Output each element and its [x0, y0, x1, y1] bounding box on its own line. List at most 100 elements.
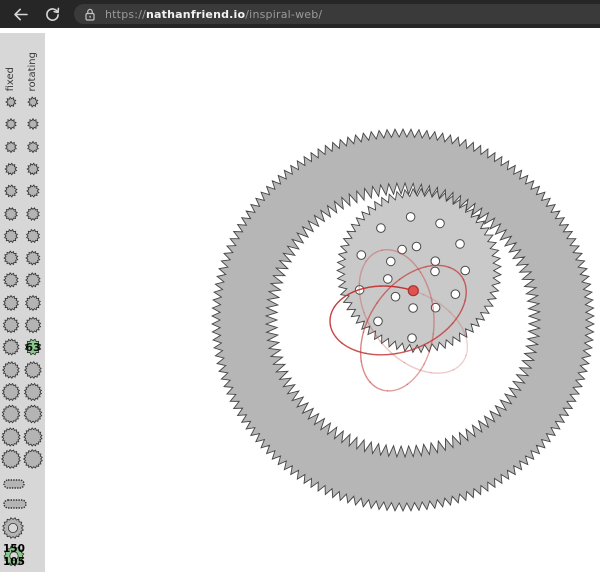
rotating-gear-option[interactable] — [22, 426, 44, 448]
gear-option-row — [0, 158, 45, 180]
gear-icon — [26, 162, 40, 176]
pen-hole[interactable] — [408, 303, 418, 313]
pen-hole[interactable] — [376, 223, 386, 233]
rotating-gear-option-selected[interactable]: 63 — [22, 336, 44, 358]
gear-icon — [3, 272, 19, 289]
gear-icon — [5, 96, 17, 108]
fixed-gear-option[interactable] — [0, 203, 22, 225]
fixed-gear-option[interactable] — [0, 403, 22, 425]
gear-option-row — [0, 225, 45, 247]
gear-icon — [3, 228, 19, 243]
fixed-gear-option[interactable] — [0, 336, 22, 358]
fixed-gear-option[interactable] — [0, 381, 22, 403]
gear-option-row — [0, 359, 45, 381]
pen-point[interactable] — [407, 285, 419, 297]
fixed-ring-option-selected[interactable]: 150 105 — [0, 542, 45, 572]
gear-option-row — [0, 180, 45, 202]
spirograph-canvas[interactable] — [0, 0, 600, 572]
fixed-gear-option[interactable] — [0, 225, 22, 247]
url-domain: nathanfriend.io — [146, 7, 246, 21]
rotating-gear-option[interactable] — [22, 403, 44, 425]
fixed-ring-option[interactable] — [0, 517, 26, 539]
gear-icon — [1, 426, 21, 447]
gear-icon — [1, 404, 21, 424]
column-headers: fixed rotating — [0, 43, 45, 91]
pen-hole[interactable] — [405, 212, 416, 222]
fixed-gear-option[interactable] — [0, 113, 22, 135]
gear-icon — [4, 184, 18, 199]
rotating-gear-option[interactable] — [22, 448, 44, 470]
pen-hole[interactable] — [386, 256, 396, 267]
rotating-gear-option[interactable] — [22, 225, 44, 247]
selected-fixed-teeth: 150 105 — [3, 543, 25, 569]
rotating-gear-option[interactable] — [22, 180, 44, 202]
gear-option-row — [0, 202, 45, 224]
gear-icon — [24, 316, 42, 334]
gear-icon — [25, 272, 41, 289]
pen-hole[interactable] — [407, 333, 417, 344]
fixed-gear-option[interactable] — [0, 292, 22, 314]
gear-sidebar: fixed rotating 63 150 105 — [0, 33, 45, 572]
rotating-gear-option[interactable] — [22, 292, 44, 314]
rotating-gear-option[interactable] — [22, 269, 44, 291]
fixed-gear-option[interactable] — [0, 180, 22, 202]
rotating-gear-option[interactable] — [22, 158, 44, 180]
rotating-gear-option[interactable] — [22, 113, 44, 135]
gear-icon — [27, 140, 39, 153]
gear-option-row — [0, 269, 45, 291]
fixed-gear-option[interactable] — [0, 136, 22, 158]
fixed-gear-option[interactable] — [0, 426, 22, 448]
gear-option-row — [0, 292, 45, 314]
selected-fixed-inner-teeth: 105 — [3, 556, 25, 568]
rotating-gear-option[interactable] — [22, 203, 44, 225]
gear-icon — [2, 360, 20, 379]
bar-icon — [3, 479, 25, 489]
gear-icon — [5, 118, 17, 131]
gear-icon — [25, 228, 41, 243]
fixed-gear-option[interactable] — [0, 448, 22, 470]
rotating-gear-option[interactable] — [22, 247, 44, 269]
pen-hole[interactable] — [411, 241, 422, 252]
fixed-gear-option[interactable] — [0, 158, 22, 180]
pen-hole[interactable] — [383, 274, 393, 284]
gear-icon — [23, 426, 43, 447]
refresh-icon — [45, 7, 59, 21]
pen-hole[interactable] — [430, 256, 441, 267]
back-arrow-icon — [13, 8, 28, 20]
fixed-gear-option[interactable] — [0, 359, 22, 381]
back-button[interactable] — [8, 2, 32, 26]
pen-hole[interactable] — [356, 250, 367, 260]
gear-option-row — [0, 314, 45, 336]
url-text: https://nathanfriend.io/inspiral-web/ — [105, 8, 322, 21]
gear-icon — [2, 316, 20, 334]
rotating-gear-option[interactable] — [22, 314, 44, 336]
fixed-bar-option[interactable] — [0, 493, 30, 515]
rotating-gear-option[interactable] — [22, 359, 44, 381]
pen-hole[interactable] — [435, 218, 445, 229]
fixed-gear-option[interactable] — [0, 247, 22, 269]
pen-hole[interactable] — [450, 289, 461, 300]
bar-icon — [3, 499, 27, 509]
fixed-gear-option[interactable] — [0, 91, 22, 113]
gear-icon — [4, 206, 18, 221]
gear-option-row — [0, 381, 45, 403]
address-bar[interactable]: https://nathanfriend.io/inspiral-web/ — [74, 4, 600, 24]
rotating-column-label: rotating — [27, 51, 38, 91]
pen-hole[interactable] — [373, 316, 383, 327]
fixed-gear-option[interactable] — [0, 314, 22, 336]
refresh-button[interactable] — [40, 2, 64, 26]
rotating-gear-option[interactable] — [22, 91, 44, 113]
pen-hole[interactable] — [390, 291, 401, 302]
gear-icon — [25, 250, 41, 266]
rotating-gear-option[interactable] — [22, 136, 44, 158]
pen-hole[interactable] — [460, 265, 471, 276]
pen-hole[interactable] — [430, 266, 440, 277]
gear-icon — [5, 140, 17, 153]
gear-icon — [27, 96, 39, 108]
rotating-gear-option[interactable] — [22, 381, 44, 403]
fixed-bar-option[interactable] — [0, 473, 30, 495]
selected-fixed-outer-teeth: 150 — [3, 543, 25, 555]
pen-hole[interactable] — [455, 239, 465, 249]
gear-option-row — [0, 91, 45, 113]
fixed-gear-option[interactable] — [0, 269, 22, 291]
